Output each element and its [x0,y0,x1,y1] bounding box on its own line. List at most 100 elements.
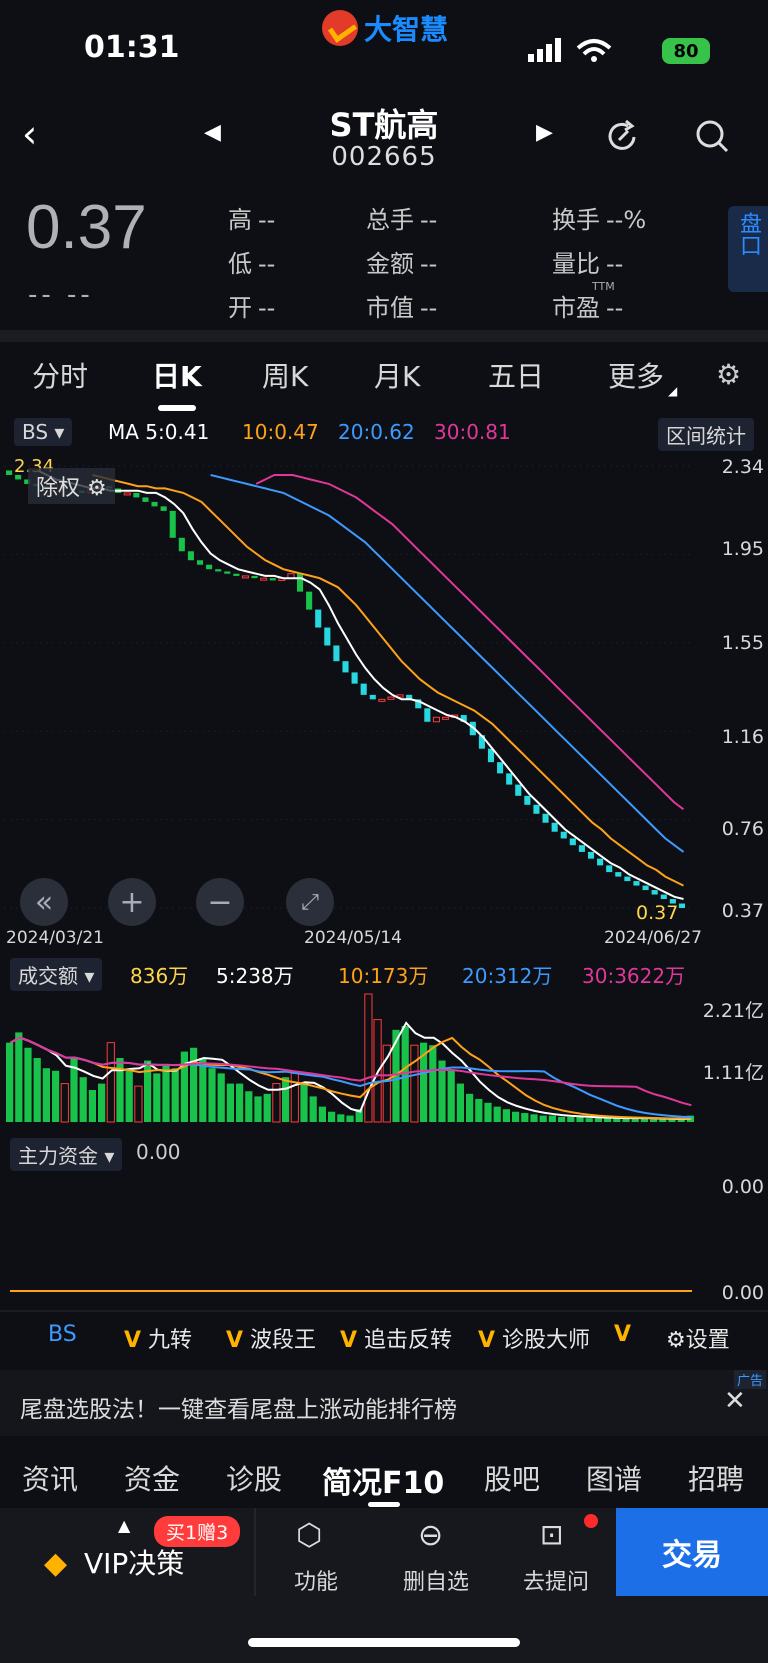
indicator-zhuiji[interactable]: V 追击反转 [340,1322,452,1354]
candle [342,661,349,673]
mcap-value: -- [420,294,438,322]
volume-bar [594,1118,602,1122]
tab-forum[interactable]: 股吧 [484,1458,540,1498]
candle [533,804,540,814]
tab-news[interactable]: 资讯 [22,1458,78,1498]
next-stock-icon[interactable]: ▶ [536,120,553,145]
tab-graph[interactable]: 图谱 [586,1458,642,1498]
ask-button[interactable]: 去提问 [506,1564,606,1596]
volume-bar [659,1119,667,1122]
tab-underline [158,405,196,411]
candle [233,573,240,576]
open-value: -- [258,294,276,322]
bs-select[interactable]: BS ▾ [14,418,73,446]
indicator-jiuzhuan[interactable]: V 九转 [124,1322,192,1354]
ma20-line [210,474,685,853]
ad-text[interactable]: 尾盘选股法！一键查看尾盘上涨动能排行榜 [20,1390,457,1424]
date-start: 2024/03/21 [6,928,104,948]
refresh-icon[interactable] [604,118,642,156]
volume-bar [226,1083,234,1122]
tab-monthly-k[interactable]: 月K [374,355,420,395]
candle [651,890,658,895]
candle [215,569,222,572]
volume-select[interactable]: 成交额 ▾ [10,958,103,991]
indicator-zhengu[interactable]: V 诊股大师 [478,1322,590,1354]
vol-current: 836万 [130,964,189,988]
candle [196,560,204,565]
tab-five-day[interactable]: 五日 [488,355,544,395]
zoom-in-button[interactable]: + [108,878,156,926]
indicator-settings[interactable]: ⚙设置 [666,1322,730,1354]
candle [678,903,685,908]
restore-rights-button[interactable]: 除权 ⚙ [28,468,115,504]
promo-badge: 买1赠3 [154,1516,241,1547]
zoom-out-button[interactable]: − [196,878,244,926]
logo-text: 大智慧 [364,13,449,46]
candle [151,501,158,507]
expand-up-icon[interactable]: ▲ [118,1516,130,1535]
stock-code: 002665 [331,142,437,172]
candle [624,876,631,882]
settings-label: 设置 [685,1328,730,1353]
stock-name: ST航高 [329,106,439,144]
trade-button[interactable]: 交易 [616,1508,768,1596]
tab-capital[interactable]: 资金 [124,1458,180,1498]
tab-daily-k[interactable]: 日K [152,355,202,395]
price-axis-5: 0.37 [721,900,764,922]
fund-label: 主力资金 [18,1144,98,1168]
price-axis-3: 1.16 [721,726,764,748]
fund-select[interactable]: 主力资金 ▾ [10,1138,123,1171]
range-stats-button[interactable]: 区间统计 [658,418,754,451]
tab-recruit[interactable]: 招聘 [688,1458,744,1498]
candle [296,573,304,592]
volume-bar [79,1077,87,1122]
date-mid: 2024/05/14 [304,928,402,948]
candle [169,510,176,538]
func-button[interactable]: 功能 [266,1564,366,1596]
volume-bar [475,1098,483,1122]
close-icon[interactable]: ✕ [724,1386,746,1416]
tab-diagnosis[interactable]: 诊股 [226,1458,282,1498]
volume-bar [539,1115,547,1122]
remove-watchlist-button[interactable]: 删自选 [386,1564,486,1596]
volume-bar [558,1116,566,1122]
tab-weekly-k[interactable]: 周K [262,355,308,395]
volume-bar [456,1083,464,1122]
candle [351,672,358,684]
tab-fenshi[interactable]: 分时 [32,355,88,395]
pankou-button[interactable]: 盘口 [728,206,768,292]
price-change: -- -- [28,280,94,310]
search-icon[interactable] [694,118,732,156]
candle [551,822,558,832]
volume-bar [567,1116,575,1122]
volume-bar [263,1093,271,1122]
candlestick-chart[interactable] [0,450,700,950]
tab-f10[interactable]: 简况F10 [322,1458,444,1502]
stat-mcap: 市值 -- [366,288,437,323]
last-price-label: 0.37 [636,902,679,924]
candle [251,575,258,579]
ratio-value: -- [606,250,624,278]
high-label: 高 [228,206,252,234]
vol-ma5: 5:238万 [216,964,294,988]
gear-icon[interactable]: ⚙ [716,358,741,391]
candle [515,784,522,796]
amt-value: -- [420,250,438,278]
vol-value: -- [420,206,438,234]
date-end: 2024/06/27 [604,928,702,948]
rewind-button[interactable]: « [20,878,68,926]
vip-decision[interactable]: VIP决策 [84,1542,184,1582]
pe-label: 市盈 [552,294,600,322]
divider-2 [0,1310,768,1312]
stat-ratio: 量比 -- [552,244,623,279]
tab-more[interactable]: 更多 [608,355,664,395]
fullscreen-button[interactable]: ⤢ [286,878,334,926]
ma30-label: 30:0.81 [434,420,511,444]
stat-turnover: 换手 --% [552,200,646,235]
indicator-bs[interactable]: BS [48,1322,77,1347]
indicator-label: 九转 [148,1328,193,1353]
indicator-boduanwang[interactable]: V 波段王 [226,1322,316,1354]
volume-bar [217,1073,225,1122]
vol-ma30: 30:3622万 [582,964,686,988]
candle [642,885,649,891]
